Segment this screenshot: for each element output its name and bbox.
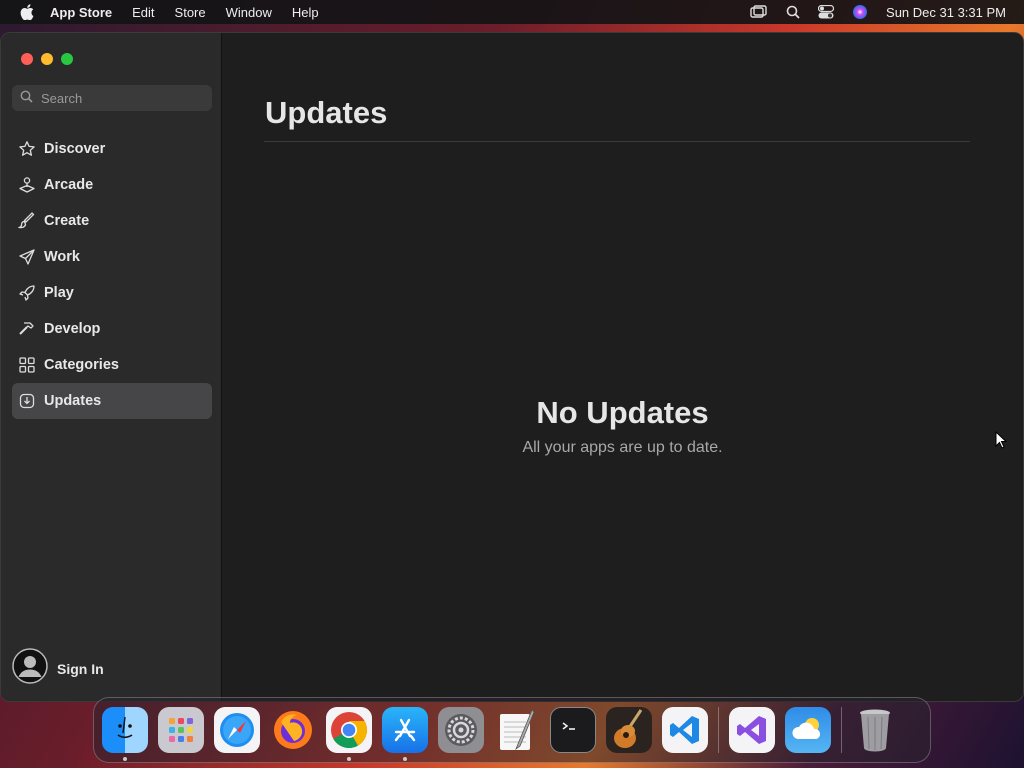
- title-divider: [264, 141, 970, 142]
- sidebar-item-label: Develop: [44, 321, 101, 337]
- spotlight-search-icon[interactable]: [786, 5, 800, 19]
- sign-in-label: Sign In: [57, 660, 104, 677]
- menu-app-name[interactable]: App Store: [50, 5, 112, 20]
- dock-app-store-icon[interactable]: [382, 707, 428, 761]
- sidebar-item-label: Updates: [44, 393, 102, 409]
- dock-terminal-icon[interactable]: [550, 707, 596, 753]
- avatar-icon: [12, 648, 48, 689]
- download-icon: [17, 391, 37, 411]
- grid-icon: [17, 355, 37, 375]
- star-icon: [17, 139, 37, 159]
- mouse-cursor-icon: [995, 430, 1008, 454]
- dock-weather-icon[interactable]: [785, 707, 831, 753]
- dock-garageband-icon[interactable]: [606, 707, 652, 753]
- apple-icon[interactable]: [18, 3, 36, 21]
- dock-vscode-icon[interactable]: [662, 707, 708, 753]
- control-center-icon[interactable]: [818, 5, 835, 19]
- paper-plane-icon: [17, 247, 37, 267]
- joystick-icon: [17, 175, 37, 195]
- dock-separator: [718, 707, 719, 753]
- sidebar-item-work[interactable]: Work: [12, 239, 212, 275]
- dock-firefox-icon[interactable]: [270, 707, 316, 753]
- minimize-button[interactable]: [41, 53, 53, 65]
- sidebar-item-label: Arcade: [44, 177, 94, 193]
- dock-textedit-icon[interactable]: [494, 707, 540, 753]
- sidebar-item-play[interactable]: Play: [12, 275, 212, 311]
- page-title: Updates: [265, 95, 388, 130]
- menu-store[interactable]: Store: [175, 5, 206, 20]
- running-indicator: [403, 757, 407, 761]
- brush-icon: [17, 211, 37, 231]
- zoom-button[interactable]: [61, 53, 73, 65]
- running-indicator: [347, 757, 351, 761]
- sidebar-item-discover[interactable]: Discover: [12, 131, 212, 167]
- app-store-window: Search Discover Arcade Create Work Play: [0, 32, 1024, 702]
- menu-edit[interactable]: Edit: [132, 5, 154, 20]
- sidebar-item-label: Discover: [44, 141, 106, 157]
- dock-system-settings-icon[interactable]: [438, 707, 484, 753]
- sidebar-item-label: Play: [44, 285, 74, 301]
- menu-bar: App Store Edit Store Window Help Sun Dec…: [0, 0, 1024, 24]
- screen-mirroring-icon[interactable]: [750, 5, 768, 19]
- sign-in-button[interactable]: Sign In: [12, 648, 104, 689]
- dock-separator: [841, 707, 842, 753]
- dock-visual-studio-icon[interactable]: [729, 707, 775, 753]
- search-field[interactable]: Search: [12, 85, 212, 111]
- menu-clock[interactable]: Sun Dec 31 3:31 PM: [886, 5, 1006, 20]
- sidebar-item-categories[interactable]: Categories: [12, 347, 212, 383]
- empty-state-title: No Updates: [536, 395, 709, 430]
- sidebar-item-label: Work: [44, 249, 80, 265]
- dock: [93, 697, 931, 763]
- dock-chrome-icon[interactable]: [326, 707, 372, 761]
- search-icon: [20, 90, 33, 106]
- siri-icon[interactable]: [852, 4, 868, 20]
- sidebar-item-updates[interactable]: Updates: [12, 383, 212, 419]
- menu-window[interactable]: Window: [226, 5, 272, 20]
- dock-launchpad-icon[interactable]: [158, 707, 204, 753]
- sidebar-item-develop[interactable]: Develop: [12, 311, 212, 347]
- sidebar-item-create[interactable]: Create: [12, 203, 212, 239]
- dock-finder-icon[interactable]: [102, 707, 148, 761]
- sidebar-item-label: Create: [44, 213, 90, 229]
- running-indicator: [123, 757, 127, 761]
- sidebar-item-arcade[interactable]: Arcade: [12, 167, 212, 203]
- rocket-icon: [17, 283, 37, 303]
- window-controls: [21, 53, 73, 65]
- dock-safari-icon[interactable]: [214, 707, 260, 753]
- sidebar-item-label: Categories: [44, 357, 119, 373]
- hammer-icon: [17, 319, 37, 339]
- menu-help[interactable]: Help: [292, 5, 319, 20]
- dock-trash-icon[interactable]: [852, 707, 898, 753]
- sidebar-nav: Discover Arcade Create Work Play Develop: [12, 131, 212, 419]
- main-content: Updates No Updates All your apps are up …: [222, 33, 1023, 701]
- empty-state-subtitle: All your apps are up to date.: [522, 439, 723, 456]
- empty-state: No Updates All your apps are up to date.: [222, 395, 1023, 457]
- close-button[interactable]: [21, 53, 33, 65]
- search-placeholder: Search: [41, 90, 83, 106]
- sidebar: Search Discover Arcade Create Work Play: [1, 33, 222, 701]
